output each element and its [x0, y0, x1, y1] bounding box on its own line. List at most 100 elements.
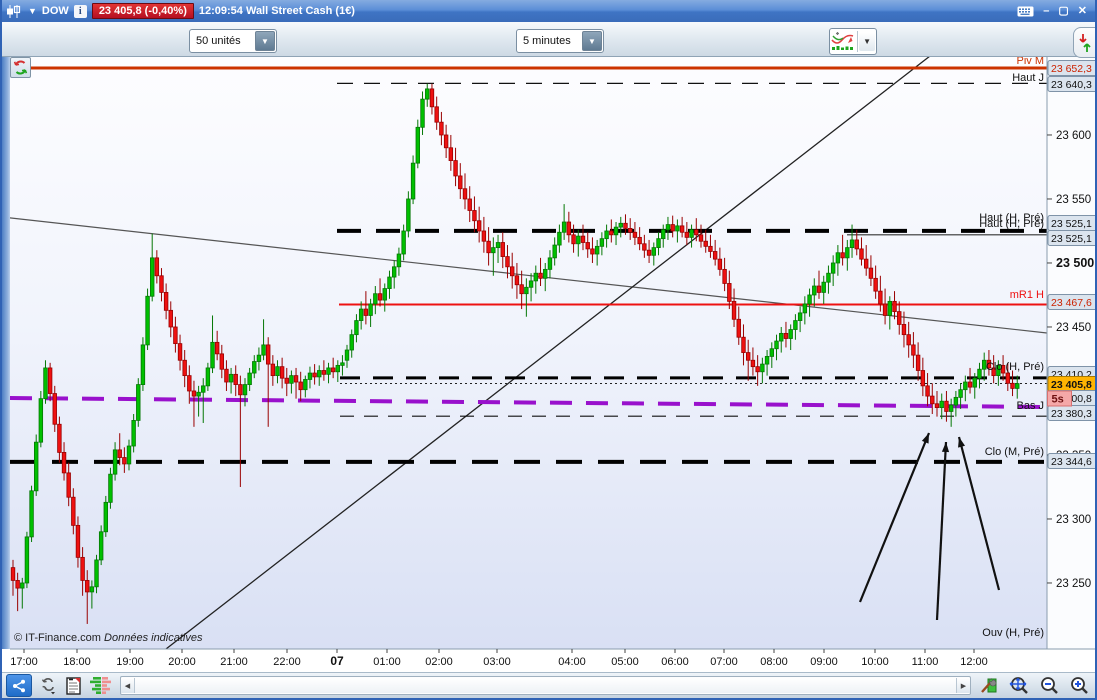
candle-body — [594, 245, 600, 255]
undo-redo-button[interactable] — [40, 677, 58, 695]
candle-body — [481, 230, 487, 242]
units-dropdown[interactable]: 50 unités ▼ — [189, 29, 277, 53]
time-tick-label: 02:00 — [425, 656, 453, 668]
candle-body — [420, 98, 425, 128]
candle-body — [177, 343, 183, 361]
keyboard-icon[interactable] — [1017, 6, 1034, 17]
candle-body — [354, 320, 359, 336]
candle-body — [538, 272, 543, 279]
maximize-button[interactable]: ▢ — [1058, 5, 1068, 17]
candle-body — [934, 403, 940, 409]
zoom-in-button[interactable] — [1069, 676, 1091, 696]
candle-body — [401, 230, 406, 255]
zoom-out-button[interactable] — [1039, 676, 1061, 696]
candle-body — [284, 377, 289, 384]
chart-settings-button[interactable] — [979, 677, 999, 695]
candle-body — [878, 290, 883, 305]
candle-body — [140, 344, 146, 385]
candle-body — [613, 226, 619, 236]
candle-body — [448, 147, 454, 161]
candle-body — [793, 320, 798, 330]
horizontal-scrollbar[interactable]: ◀ ▶ — [120, 676, 971, 695]
candle-body — [604, 230, 609, 240]
candle-body — [429, 88, 435, 108]
time-tick-label: 20:00 — [168, 656, 196, 668]
candle-body — [335, 364, 340, 373]
statusbar: ◀ ▶ — [2, 672, 1095, 698]
candle-body — [149, 257, 155, 297]
candle-body — [340, 362, 345, 366]
candle-body — [760, 363, 765, 373]
candle-body — [80, 556, 85, 581]
candle-body — [661, 229, 666, 240]
candle-body — [38, 398, 44, 443]
timeframe-dropdown-caret-icon[interactable]: ▼ — [582, 31, 602, 51]
level-label: Clo (H, Pré) — [986, 361, 1044, 373]
indicators-button[interactable]: ▼ — [829, 28, 877, 55]
candle-body — [764, 356, 770, 365]
scrollbar-thumb[interactable] — [135, 678, 956, 693]
candle-body — [10, 567, 16, 581]
time-tick-label: 07:00 — [710, 656, 738, 668]
candle-body — [163, 292, 169, 311]
buy-sell-arrows-icon — [1078, 33, 1091, 52]
candle-body — [298, 381, 303, 391]
candle-body — [1010, 382, 1015, 389]
candle-body — [275, 366, 280, 377]
candle-body — [953, 396, 959, 406]
candle-body — [187, 375, 192, 392]
candle-body — [651, 247, 656, 256]
candle-body — [261, 344, 266, 356]
instrument-caret-icon[interactable]: ▼ — [28, 6, 37, 16]
time-tick-label: 21:00 — [220, 656, 248, 668]
candle-body — [317, 370, 322, 378]
candle-body — [561, 221, 567, 233]
candle-body — [722, 268, 727, 284]
level-label: Ouv (H, Pré) — [982, 627, 1044, 639]
indicators-caret-icon[interactable]: ▼ — [859, 32, 875, 51]
zoom-in-icon — [1071, 676, 1088, 694]
candle-body — [576, 235, 581, 245]
level-label: mR1 H — [1010, 289, 1044, 301]
close-button[interactable]: ✕ — [1078, 5, 1087, 17]
side-panel-tab[interactable] — [1073, 27, 1095, 58]
order-book-button[interactable] — [90, 677, 112, 694]
minimize-button[interactable]: – — [1043, 5, 1049, 17]
candle-body — [774, 340, 779, 350]
candle-body — [486, 240, 491, 254]
candle-body — [580, 235, 586, 243]
refresh-data-button[interactable] — [10, 57, 31, 78]
timeframe-dropdown[interactable]: 5 minutes ▼ — [516, 29, 604, 53]
units-dropdown-caret-icon[interactable]: ▼ — [255, 31, 275, 51]
candle-body — [57, 423, 62, 453]
candlestick-chart-icon — [6, 4, 23, 18]
price-change-badge: 23 405,8 (-0,40%) — [91, 3, 194, 19]
candle-body — [108, 473, 113, 503]
candle-body — [826, 272, 831, 283]
candle-body — [252, 361, 257, 374]
scroll-left-icon[interactable]: ◀ — [121, 678, 135, 693]
price-value-text: 23 525,1 — [1051, 218, 1092, 230]
scroll-right-icon[interactable]: ▶ — [956, 678, 970, 693]
candle-body — [201, 385, 206, 393]
news-button[interactable] — [66, 676, 82, 695]
candle-body — [835, 252, 841, 264]
candle-body — [689, 229, 694, 238]
candle-body — [571, 234, 576, 245]
share-button[interactable] — [6, 674, 32, 697]
zoom-fit-button[interactable] — [1007, 676, 1031, 696]
candle-body — [864, 258, 869, 269]
candle-body — [717, 258, 723, 270]
time-tick-label: 07 — [330, 654, 344, 668]
candle-body — [566, 221, 572, 236]
candle-body — [547, 257, 553, 270]
candle-body — [925, 385, 930, 397]
info-icon[interactable]: i — [73, 4, 87, 18]
candle-body — [694, 229, 699, 236]
candle-body — [830, 262, 836, 274]
price-tick-label: 23 550 — [1056, 194, 1091, 206]
candle-body — [373, 293, 378, 305]
candle-body — [524, 286, 529, 295]
price-chart[interactable]: 23 60023 55023 50023 45023 35023 30023 2… — [2, 0, 1097, 700]
candle-body — [20, 582, 25, 589]
